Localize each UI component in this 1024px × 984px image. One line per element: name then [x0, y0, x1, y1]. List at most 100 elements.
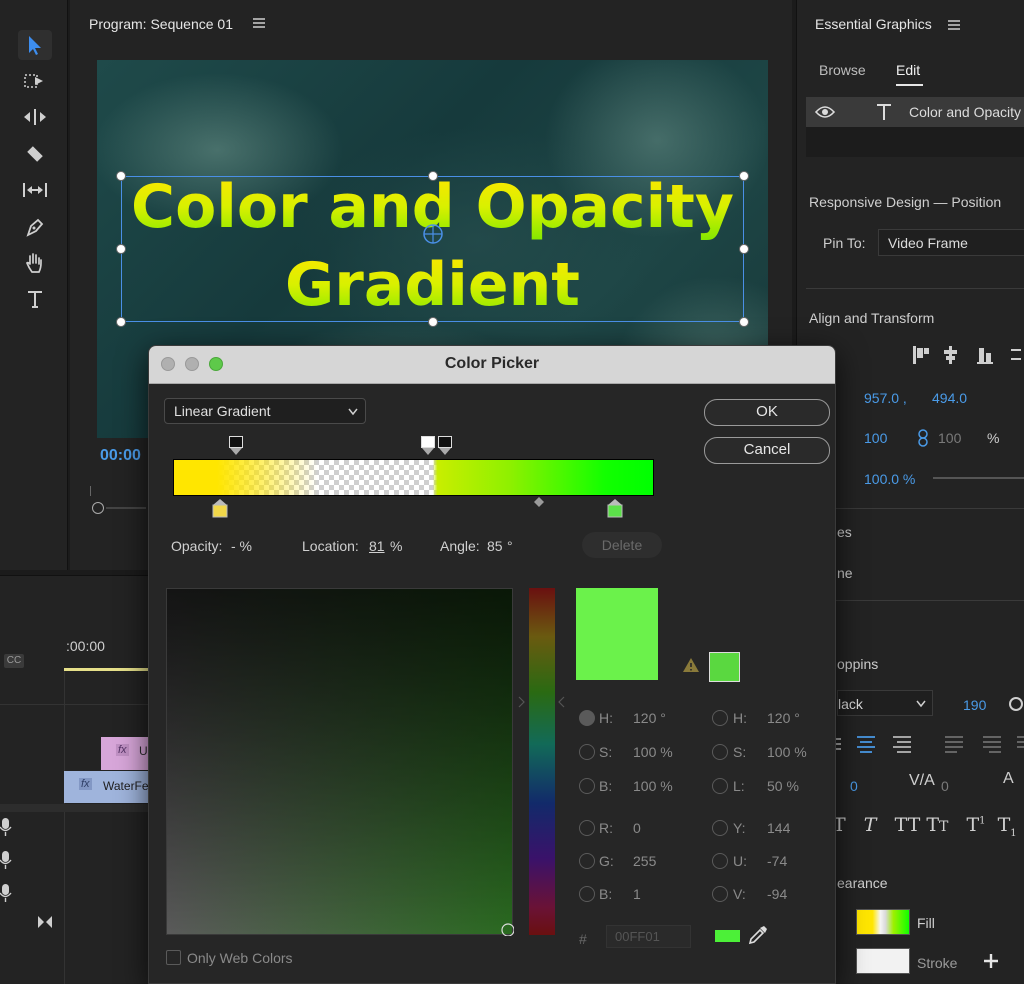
- align-icons[interactable]: [911, 344, 1021, 366]
- selection-tool[interactable]: [18, 30, 52, 60]
- add-icon[interactable]: [983, 953, 999, 969]
- cancel-button[interactable]: Cancel: [704, 437, 830, 464]
- radio-hsb-b[interactable]: [579, 778, 595, 794]
- tab-browse[interactable]: Browse: [819, 62, 866, 78]
- hand-tool[interactable]: [18, 248, 52, 278]
- warning-icon[interactable]: [682, 657, 700, 673]
- pen-tool[interactable]: [18, 212, 52, 242]
- midpoint-diamond[interactable]: [533, 496, 545, 508]
- anchor-point-icon[interactable]: [422, 223, 444, 245]
- paragraph-align-icons[interactable]: [833, 734, 1024, 754]
- radio-hsb-s[interactable]: [579, 744, 595, 760]
- radio-yuv-u[interactable]: [712, 853, 728, 869]
- delete-button[interactable]: Delete: [582, 532, 662, 558]
- position-x[interactable]: 957.0 ,: [864, 390, 907, 406]
- radio-hsb-h[interactable]: [579, 710, 595, 726]
- fill-swatch[interactable]: [856, 909, 910, 935]
- microphone-icon[interactable]: [0, 883, 12, 903]
- ok-button[interactable]: OK: [704, 399, 830, 426]
- color-stop-green[interactable]: [607, 498, 623, 518]
- handle-bottom-right[interactable]: [739, 317, 749, 327]
- yuv-u-value[interactable]: -74: [767, 853, 787, 869]
- font-size-value[interactable]: 190: [963, 697, 986, 713]
- graphic-clip[interactable]: fx U: [101, 737, 148, 770]
- font-select[interactable]: oppins: [837, 656, 878, 672]
- radio-rgb-r[interactable]: [579, 820, 595, 836]
- yuv-v-value[interactable]: -94: [767, 886, 787, 902]
- handle-top-center[interactable]: [428, 171, 438, 181]
- hsb-h-value[interactable]: 120 °: [633, 710, 666, 726]
- opacity-stop[interactable]: [438, 436, 452, 456]
- handle-middle-left[interactable]: [116, 244, 126, 254]
- rgb-b-value[interactable]: 1: [633, 886, 641, 902]
- color-stop-yellow[interactable]: [212, 498, 228, 518]
- handle-top-right[interactable]: [739, 171, 749, 181]
- opacity-stop-selected[interactable]: [421, 436, 435, 456]
- handle-bottom-left[interactable]: [116, 317, 126, 327]
- color-picker-cursor[interactable]: [500, 922, 514, 936]
- gradient-bar[interactable]: [173, 459, 654, 496]
- stroke-swatch[interactable]: [856, 948, 910, 974]
- playhead-handle[interactable]: [92, 502, 104, 514]
- hsb-b-value[interactable]: 100 %: [633, 778, 673, 794]
- track-select-tool[interactable]: [18, 66, 52, 96]
- scale-value[interactable]: 100: [864, 430, 887, 446]
- only-web-colors-checkbox[interactable]: [166, 950, 181, 965]
- title-bar[interactable]: Color Picker: [149, 346, 835, 384]
- tab-edit[interactable]: Edit: [896, 62, 920, 78]
- font-style-buttons[interactable]: T T TT TT T1 T1: [833, 814, 1017, 839]
- ripple-edit-tool[interactable]: [18, 102, 52, 132]
- gamut-color-swatch[interactable]: [709, 652, 740, 682]
- position-y[interactable]: 494.0: [932, 390, 967, 406]
- opacity-slider[interactable]: [933, 477, 1024, 479]
- handle-top-left[interactable]: [116, 171, 126, 181]
- captions-button[interactable]: CC: [4, 654, 24, 668]
- panel-menu-icon[interactable]: [948, 18, 960, 36]
- hsl-l-value[interactable]: 50 %: [767, 778, 799, 794]
- yuv-y-value[interactable]: 144: [767, 820, 790, 836]
- tracking-value[interactable]: 0: [850, 778, 858, 794]
- rgb-g-value[interactable]: 255: [633, 853, 656, 869]
- radio-hsl-s[interactable]: [712, 744, 728, 760]
- handle-bottom-center[interactable]: [428, 317, 438, 327]
- saturation-brightness-field[interactable]: [166, 588, 514, 936]
- microphone-icon[interactable]: [0, 850, 12, 870]
- style-select[interactable]: ne: [837, 565, 853, 581]
- microphone-icon[interactable]: [0, 817, 12, 837]
- zoom-icon[interactable]: [37, 915, 53, 929]
- eyedropper-icon[interactable]: [747, 924, 769, 946]
- radio-hsl-h[interactable]: [712, 710, 728, 726]
- font-size-slider-handle[interactable]: [1009, 697, 1023, 711]
- location-value[interactable]: 81: [369, 538, 385, 554]
- text-bounding-box[interactable]: [116, 171, 749, 327]
- type-tool[interactable]: [18, 284, 52, 314]
- hsl-s-value[interactable]: 100 %: [767, 744, 807, 760]
- slip-tool[interactable]: [18, 175, 52, 205]
- radio-yuv-v[interactable]: [712, 886, 728, 902]
- layer-row[interactable]: Color and Opacity: [806, 97, 1024, 127]
- razor-tool[interactable]: [18, 139, 52, 169]
- scrub-track[interactable]: [106, 507, 146, 509]
- handle-middle-right[interactable]: [739, 244, 749, 254]
- link-icon[interactable]: [917, 428, 929, 448]
- pin-to-select[interactable]: Video Frame: [878, 229, 1024, 256]
- opacity-stop[interactable]: [229, 436, 243, 456]
- radio-hsl-l[interactable]: [712, 778, 728, 794]
- fill-mode-select[interactable]: Linear Gradient: [164, 398, 366, 424]
- opacity-value[interactable]: 100.0 %: [864, 471, 915, 487]
- eye-icon[interactable]: [815, 105, 835, 119]
- work-area-bar[interactable]: [64, 668, 154, 671]
- panel-menu-icon[interactable]: [253, 16, 265, 34]
- hsb-s-value[interactable]: 100 %: [633, 744, 673, 760]
- rgb-r-value[interactable]: 0: [633, 820, 641, 836]
- timecode[interactable]: 00:00: [100, 447, 141, 465]
- kerning-value[interactable]: 0: [941, 778, 949, 794]
- hue-slider[interactable]: [529, 588, 555, 935]
- hex-input[interactable]: 00FF01: [606, 925, 691, 948]
- hsl-h-value[interactable]: 120 °: [767, 710, 800, 726]
- scale-height-value[interactable]: 100: [938, 430, 961, 446]
- video-clip[interactable]: fx WaterFe: [64, 771, 149, 803]
- angle-value[interactable]: 85: [487, 538, 503, 554]
- radio-yuv-y[interactable]: [712, 820, 728, 836]
- font-weight-select[interactable]: lack: [837, 690, 933, 716]
